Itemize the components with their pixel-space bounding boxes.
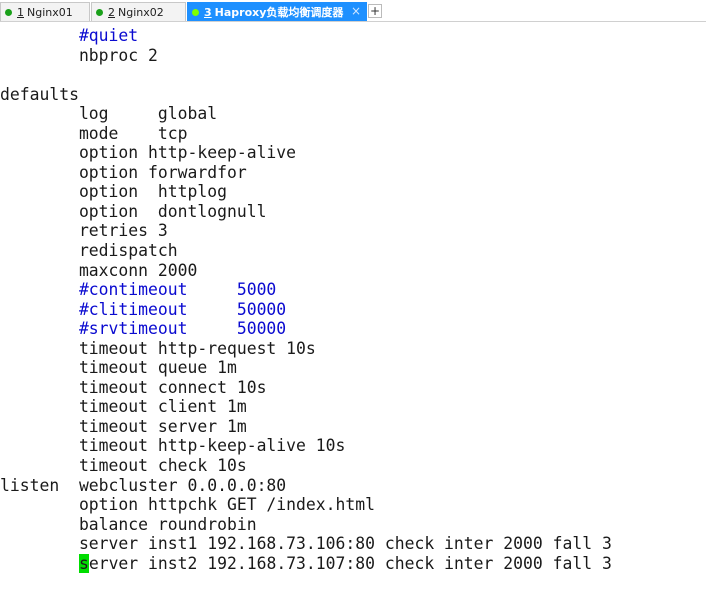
terminal-line: option httplog [0, 182, 227, 202]
terminal-line: listen webcluster 0.0.0.0:80 [0, 475, 287, 495]
terminal-line: timeout check 10s [0, 456, 247, 476]
terminal-line: log global [0, 104, 218, 124]
tab-number: 2 [108, 5, 115, 19]
terminal-line-current: server inst2 192.168.73.107:80 check int… [0, 553, 706, 574]
terminal-line: retries 3 [0, 221, 168, 241]
tab-label: Haproxy负载均衡调度器 [214, 6, 344, 19]
status-dot-icon [192, 8, 199, 16]
text-cursor: s [78, 553, 89, 573]
terminal-line: option forwardfor [0, 162, 247, 182]
tab-haproxy[interactable]: 3 Haproxy负载均衡调度器 × [187, 2, 367, 21]
terminal-line: balance roundrobin [0, 514, 257, 534]
close-icon[interactable]: × [351, 4, 361, 18]
tab-nginx01[interactable]: 1 Nginx01 [0, 2, 90, 21]
terminal-line: option http-keep-alive [0, 143, 297, 163]
tab-label: Nginx01 [27, 5, 73, 19]
terminal-line: #contimeout 5000 [0, 280, 277, 300]
terminal-line: server inst1 192.168.73.106:80 check int… [0, 534, 612, 554]
terminal-line: option dontlognull [0, 201, 267, 221]
tab-nginx02[interactable]: 2 Nginx02 [91, 2, 186, 21]
terminal-line: maxconn 2000 [0, 260, 198, 280]
tab-number: 1 [17, 5, 24, 19]
terminal-line: mode tcp [0, 123, 188, 143]
terminal-line: timeout http-request 10s [0, 338, 316, 358]
status-dot-icon [96, 8, 103, 16]
add-tab-button[interactable]: + [368, 4, 382, 18]
terminal-line: defaults [0, 84, 79, 104]
terminal-line: #srvtimeout 50000 [0, 319, 287, 339]
terminal-line: timeout server 1m [0, 416, 247, 436]
terminal-line: nbproc 2 [0, 45, 158, 65]
terminal-output[interactable]: #quiet nbproc 2 defaults log global mode … [0, 26, 706, 573]
terminal-line: redispatch [0, 241, 178, 261]
tab-number: 3 [204, 5, 212, 19]
terminal-line: timeout client 1m [0, 397, 247, 417]
terminal-line: #clitimeout 50000 [0, 299, 287, 319]
line-text: erver inst2 192.168.73.107:80 check inte… [88, 553, 612, 573]
tab-bar: 1 Nginx01 2 Nginx02 3 Haproxy负载均衡调度器 × + [0, 0, 706, 22]
terminal-line: timeout http-keep-alive 10s [0, 436, 346, 456]
tab-label: Nginx02 [118, 5, 164, 19]
terminal-line: #quiet [0, 26, 139, 45]
terminal-line: timeout queue 1m [0, 358, 237, 378]
terminal-line: timeout connect 10s [0, 377, 267, 397]
terminal-line: option httpchk GET /index.html [0, 495, 375, 515]
status-dot-icon [5, 8, 12, 16]
